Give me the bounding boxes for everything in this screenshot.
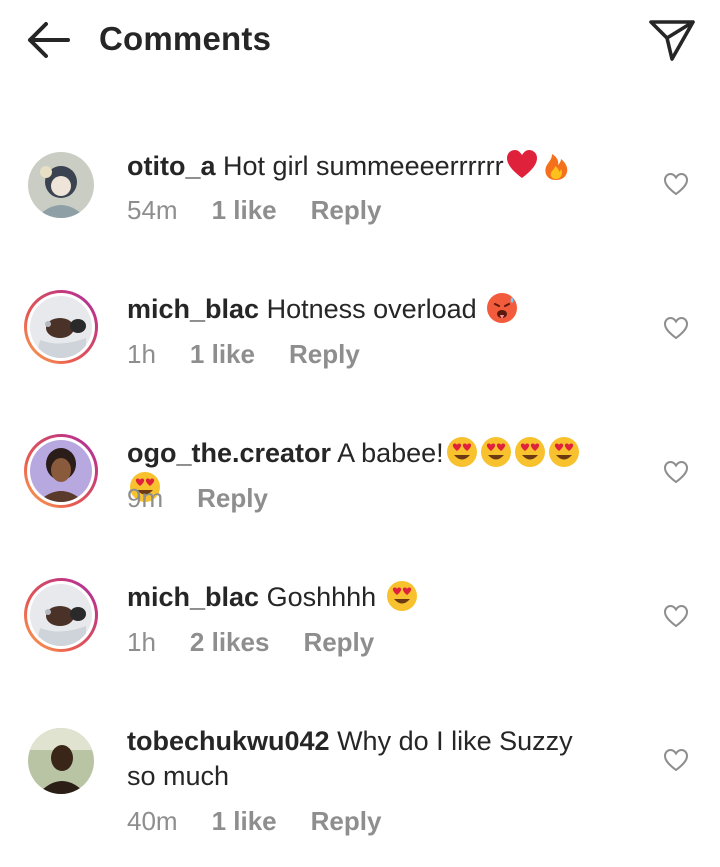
reply-button[interactable]: Reply <box>311 806 382 836</box>
comment-username[interactable]: mich_blac <box>127 582 259 612</box>
comment-time: 54m <box>127 195 178 225</box>
comment-username[interactable]: tobechukwu042 <box>127 726 330 756</box>
heart-eyes-icon <box>446 437 477 467</box>
comment-text: tobechukwu042 Why do I like Suzzy so muc… <box>127 724 607 794</box>
comment-meta: 9m Reply <box>127 483 302 514</box>
hot-face-icon <box>487 293 518 323</box>
reply-button[interactable]: Reply <box>289 339 360 369</box>
comment-username[interactable]: mich_blac <box>127 294 259 324</box>
comment-text: mich_blac Hotness overload <box>127 292 607 327</box>
comment-meta: 54m 1 like Reply <box>127 195 415 226</box>
arrow-left-icon[interactable] <box>24 20 72 60</box>
comment-body: Goshhhh <box>266 582 377 612</box>
like-heart-icon[interactable] <box>663 604 689 628</box>
avatar[interactable] <box>24 724 98 798</box>
comment-likes[interactable]: 2 likes <box>190 627 270 657</box>
avatar-with-story-ring[interactable] <box>24 434 98 508</box>
comment-likes[interactable]: 1 like <box>212 195 277 225</box>
avatar-image <box>28 728 94 794</box>
avatar-with-story-ring[interactable] <box>24 290 98 364</box>
comment-meta: 1h 1 like Reply <box>127 339 394 370</box>
comment-time: 9m <box>127 483 164 513</box>
like-heart-icon[interactable] <box>663 316 689 340</box>
reply-button[interactable]: Reply <box>197 483 268 513</box>
reply-button[interactable]: Reply <box>311 195 382 225</box>
avatar-image <box>30 584 92 646</box>
comment-username[interactable]: ogo_the.creator <box>127 438 331 468</box>
comment-text: otito_a Hot girl summeeeerrrrrr <box>127 149 607 184</box>
like-heart-icon[interactable] <box>663 460 689 484</box>
comment-time: 40m <box>127 806 178 836</box>
red-heart-icon <box>506 150 537 178</box>
reply-button[interactable]: Reply <box>303 627 374 657</box>
page-title: Comments <box>99 20 272 57</box>
comment-body: Hot girl summeeeerrrrrr <box>223 151 504 181</box>
avatar[interactable] <box>24 148 98 222</box>
comment-body: A babee! <box>337 438 444 468</box>
comment-time: 1h <box>127 339 156 369</box>
like-heart-icon[interactable] <box>663 172 689 196</box>
comment-text: mich_blac Goshhhh <box>127 580 607 615</box>
heart-eyes-icon <box>514 437 545 467</box>
comment-likes[interactable]: 1 like <box>190 339 255 369</box>
comment-meta: 40m 1 like Reply <box>127 806 415 837</box>
comment-meta: 1h 2 likes Reply <box>127 627 408 658</box>
comment-body: Hotness overload <box>266 294 477 324</box>
fire-icon <box>544 154 567 180</box>
heart-eyes-icon <box>548 437 579 467</box>
avatar-image <box>30 440 92 502</box>
comment-likes[interactable]: 1 like <box>212 806 277 836</box>
avatar-image <box>30 296 92 358</box>
top-bar: Comments <box>0 0 720 80</box>
comment-username[interactable]: otito_a <box>127 151 216 181</box>
avatar-with-story-ring[interactable] <box>24 578 98 652</box>
heart-eyes-icon <box>386 581 417 611</box>
send-paper-plane-icon[interactable] <box>648 18 696 62</box>
comment-time: 1h <box>127 627 156 657</box>
avatar-image <box>28 152 94 218</box>
like-heart-icon[interactable] <box>663 748 689 772</box>
heart-eyes-icon <box>480 437 511 467</box>
